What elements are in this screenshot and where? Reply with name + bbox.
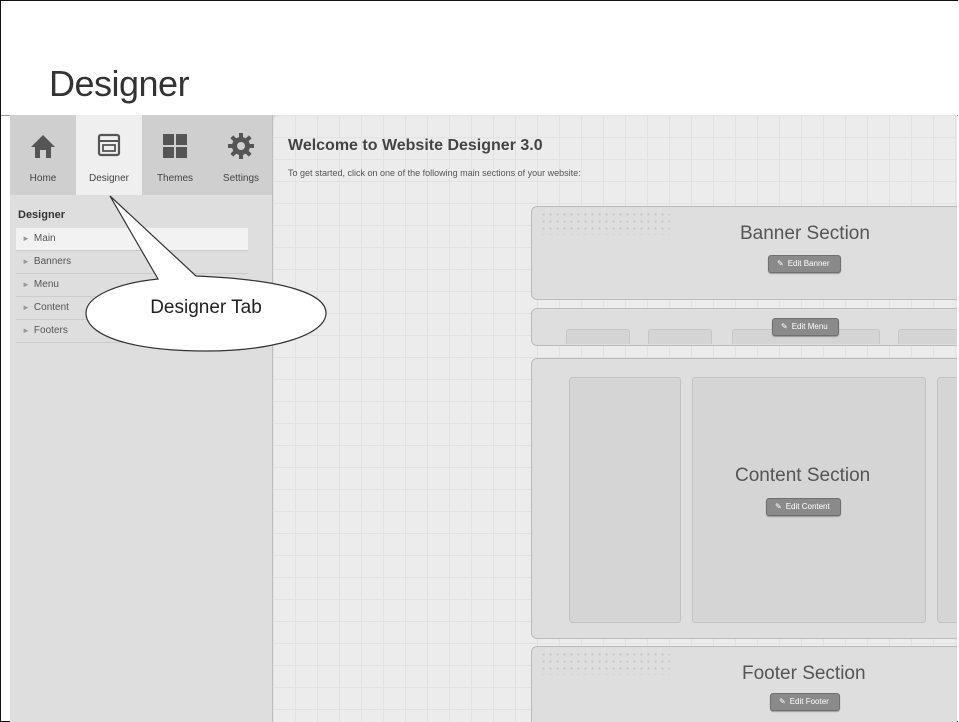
- welcome-heading: Welcome to Website Designer 3.0: [288, 137, 543, 154]
- callout-label: Designer Tab: [150, 297, 262, 318]
- menu-tab: [566, 329, 630, 344]
- arrow-right-icon: ►: [22, 257, 30, 266]
- sidebar-item-banners[interactable]: ► Banners: [16, 251, 248, 274]
- content-section[interactable]: Content Section ✎ Edit Content: [531, 358, 957, 639]
- menu-section[interactable]: ✎ Edit Menu: [531, 308, 957, 346]
- footer-section-title: Footer Section: [742, 663, 866, 684]
- gear-icon: [228, 133, 254, 164]
- themes-icon: [162, 133, 188, 164]
- sidebar-item-main[interactable]: ► Main: [16, 228, 248, 251]
- content-column-right: [937, 377, 957, 623]
- banner-section[interactable]: Banner Section ✎ Edit Banner: [531, 206, 957, 300]
- sidebar: Home Designer Themes Settings Designer ►…: [10, 115, 273, 722]
- pencil-icon: ✎: [777, 259, 784, 268]
- edit-footer-label: Edit Footer: [789, 697, 829, 706]
- arrow-right-icon: ►: [22, 234, 30, 243]
- sidebar-item-label: Content: [33, 302, 69, 313]
- edit-banner-label: Edit Banner: [787, 259, 830, 268]
- arrow-right-icon: ►: [22, 303, 30, 312]
- arrow-right-icon: ►: [22, 280, 30, 289]
- tab-themes[interactable]: Themes: [142, 115, 208, 195]
- sidebar-heading: Designer: [18, 209, 66, 221]
- website-designer-app: Home Designer Themes Settings Designer ►…: [10, 115, 957, 722]
- tab-home-label: Home: [29, 173, 57, 184]
- tab-home[interactable]: Home: [10, 115, 76, 195]
- arrow-right-icon: ►: [22, 326, 30, 335]
- banner-section-title: Banner Section: [740, 223, 870, 244]
- footer-section[interactable]: Footer Section ✎ Edit Footer: [531, 646, 957, 722]
- tab-designer[interactable]: Designer: [76, 115, 142, 195]
- banner-pattern: [540, 211, 670, 235]
- edit-content-label: Edit Content: [785, 502, 830, 511]
- content-section-title: Content Section: [735, 465, 871, 486]
- edit-menu-button[interactable]: ✎ Edit Menu: [772, 318, 839, 336]
- edit-footer-button[interactable]: ✎ Edit Footer: [770, 693, 840, 711]
- sidebar-item-footers[interactable]: ► Footers: [16, 320, 248, 343]
- sidebar-item-label: Main: [33, 233, 56, 244]
- tab-settings[interactable]: Settings: [208, 115, 274, 195]
- footer-pattern: [540, 651, 670, 675]
- pencil-icon: ✎: [779, 697, 786, 706]
- tab-settings-label: Settings: [222, 173, 260, 184]
- sidebar-item-label: Banners: [33, 256, 72, 267]
- designer-icon: [97, 133, 121, 162]
- edit-menu-label: Edit Menu: [791, 322, 828, 331]
- pencil-icon: ✎: [775, 502, 782, 511]
- tab-bar: Home Designer Themes Settings: [10, 115, 272, 195]
- menu-tab: [898, 329, 957, 344]
- sidebar-list: ► Main ► Banners ► Menu ► Content ► Footers: [16, 228, 248, 343]
- pencil-icon: ✎: [781, 322, 788, 331]
- edit-banner-button[interactable]: ✎ Edit Banner: [768, 255, 841, 273]
- tab-themes-label: Themes: [156, 173, 194, 184]
- home-icon: [29, 133, 57, 164]
- tab-designer-label: Designer: [88, 173, 130, 184]
- slide-title: Designer: [49, 63, 190, 104]
- edit-content-button[interactable]: ✎ Edit Content: [766, 498, 841, 516]
- sidebar-item-menu[interactable]: ► Menu: [16, 274, 248, 297]
- sidebar-item-label: Menu: [33, 279, 59, 290]
- content-column-left: [569, 377, 681, 623]
- sidebar-item-label: Footers: [33, 325, 68, 336]
- welcome-subtitle: To get started, click on one of the foll…: [288, 168, 581, 178]
- designer-canvas: Welcome to Website Designer 3.0 To get s…: [273, 115, 957, 722]
- menu-tab: [648, 329, 712, 344]
